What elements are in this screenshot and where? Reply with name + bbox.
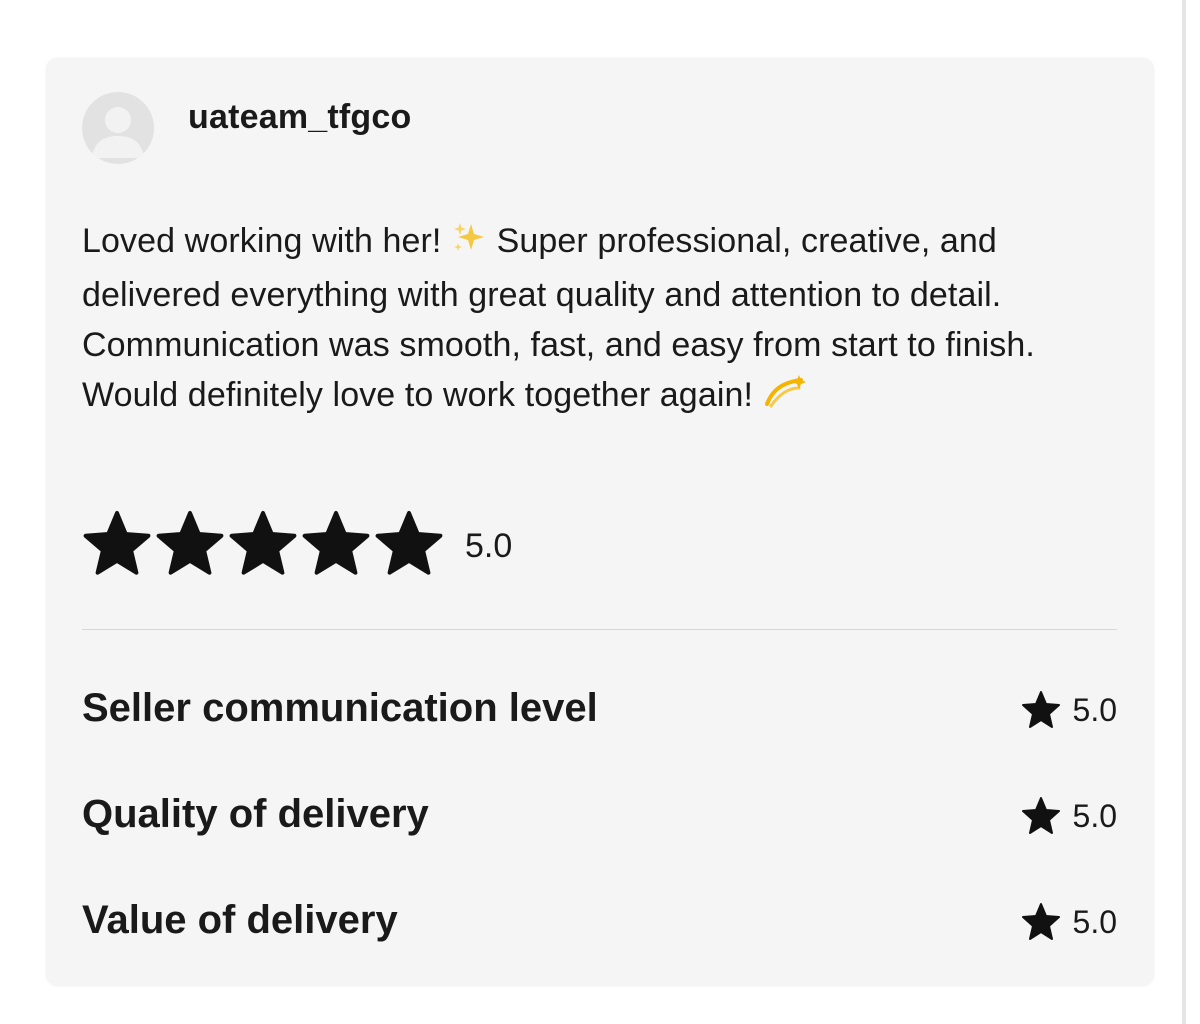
rating-label: Value of delivery [82, 898, 398, 942]
avatar[interactable] [82, 92, 154, 164]
star-icon [229, 511, 297, 575]
star-icon [375, 511, 443, 575]
rating-number: 5.0 [1072, 903, 1117, 940]
review-card: uateam_tfgco Loved working with her! Sup… [46, 58, 1154, 986]
rating-row-value: Value of delivery 5.0 [82, 890, 1117, 950]
overall-rating: 5.0 [82, 508, 512, 584]
review-text: Loved working with her! Super profession… [82, 216, 1127, 424]
window-edge [1182, 0, 1186, 1024]
star-icon [1021, 903, 1060, 940]
dizzy-icon [763, 374, 807, 424]
divider [82, 629, 1117, 630]
rating-label: Seller communication level [82, 686, 598, 730]
rating-row-quality: Quality of delivery 5.0 [82, 784, 1117, 844]
star-rating-stars [83, 511, 443, 575]
user-placeholder-icon [92, 107, 144, 158]
rating-value: 5.0 [1021, 690, 1117, 730]
rating-number: 5.0 [1072, 691, 1117, 728]
star-icon [302, 511, 370, 575]
rating-value: 5.0 [1021, 796, 1117, 836]
star-icon [1021, 691, 1060, 728]
review-text-part-1: Loved working with her! [82, 222, 452, 260]
star-icon [83, 511, 151, 575]
rating-row-communication: Seller communication level 5.0 [82, 678, 1117, 738]
reviewer-username[interactable]: uateam_tfgco [188, 98, 411, 137]
star-icon [156, 511, 224, 575]
sparkles-icon [451, 220, 487, 270]
overall-rating-value: 5.0 [465, 526, 513, 565]
star-icon [1021, 797, 1060, 834]
rating-value: 5.0 [1021, 902, 1117, 942]
rating-label: Quality of delivery [82, 792, 429, 836]
rating-number: 5.0 [1072, 797, 1117, 834]
